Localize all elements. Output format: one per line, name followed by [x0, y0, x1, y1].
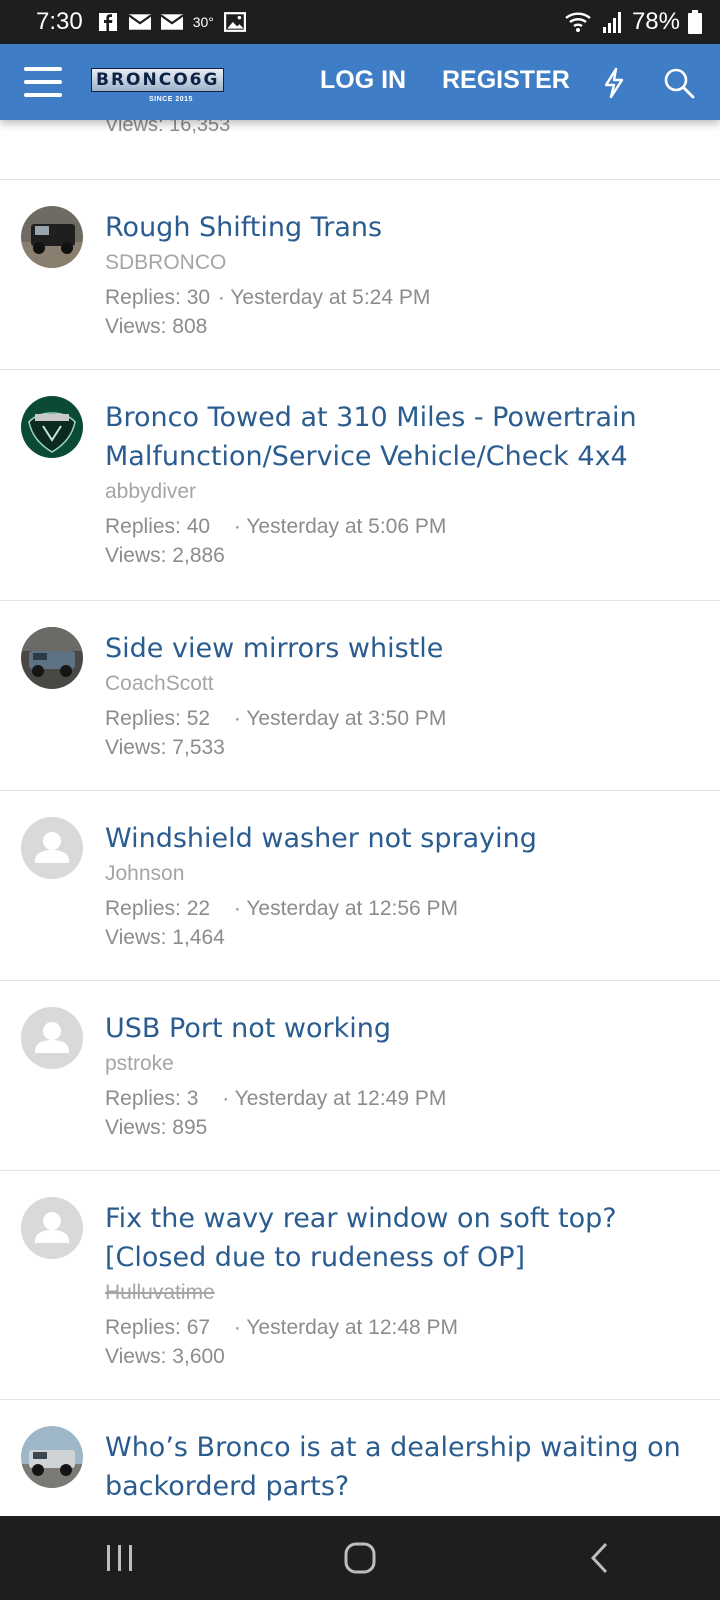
battery-icon — [688, 10, 702, 34]
thread-title[interactable]: USB Port not working — [105, 1009, 700, 1048]
thread-views: Views: 2,886 — [105, 544, 225, 567]
thread-row[interactable]: Rough Shifting Trans SDBRONCO Replies: 3… — [0, 180, 720, 370]
thread-author[interactable]: pstroke — [105, 1051, 700, 1077]
status-bar: 7:30 30° 78% — [0, 0, 720, 44]
thread-date[interactable]: · Yesterday at 5:06 PM — [234, 515, 446, 538]
thread-replies: Replies: 22 — [105, 897, 211, 920]
thread-date[interactable]: · Yesterday at 12:49 PM — [222, 1087, 446, 1110]
status-time: 7:30 — [36, 8, 83, 35]
mail-icon — [160, 14, 183, 30]
thread-meta: Replies: 22 · Yesterday at 12:56 PM — [105, 894, 700, 923]
thread-title[interactable]: Windshield washer not spraying — [105, 819, 700, 858]
temperature: 30° — [192, 14, 214, 30]
thread-meta: Replies: 40 · Yesterday at 5:06 PM — [105, 512, 700, 541]
thread-replies: Replies: 67 — [105, 1316, 211, 1339]
thread-title[interactable]: Rough Shifting Trans — [105, 208, 700, 247]
thread-date[interactable]: · Yesterday at 12:56 PM — [234, 897, 458, 920]
user-avatar[interactable] — [21, 206, 83, 268]
default-avatar-icon[interactable] — [21, 817, 83, 879]
thread-author[interactable]: abbydiver — [105, 479, 700, 505]
search-icon[interactable] — [662, 66, 696, 100]
notification-icons: 30° — [97, 12, 246, 32]
back-button[interactable] — [570, 1528, 630, 1588]
battery-percent: 78% — [631, 8, 680, 35]
recent-apps-icon — [107, 1545, 132, 1571]
login-link[interactable]: LOG IN — [320, 66, 406, 95]
thread-row[interactable]: USB Port not working pstroke Replies: 3 … — [0, 981, 720, 1171]
thread-views: Views: 3,600 — [105, 1345, 225, 1368]
thread-title[interactable]: Fix the wavy rear window on soft top? [C… — [105, 1199, 700, 1277]
thread-meta: Replies: 67 · Yesterday at 12:48 PM — [105, 1313, 700, 1342]
thread-date[interactable]: · Yesterday at 3:50 PM — [234, 707, 446, 730]
facebook-icon — [98, 13, 117, 31]
user-avatar[interactable] — [21, 396, 83, 458]
site-logo[interactable]: BRONCO6G SINCE 2015 — [91, 58, 256, 106]
thread-views: Views: 895 — [105, 1116, 208, 1139]
thread-date[interactable]: · Yesterday at 12:48 PM — [234, 1316, 458, 1339]
thread-title[interactable]: Bronco Towed at 310 Miles - Powertrain M… — [105, 398, 700, 476]
thread-replies: Replies: 3 — [105, 1087, 199, 1110]
menu-icon[interactable] — [13, 44, 73, 120]
thread-meta: Replies: 52 · Yesterday at 3:50 PM — [105, 704, 700, 733]
user-avatar[interactable] — [21, 627, 83, 689]
thread-row[interactable]: Windshield washer not spraying Johnson R… — [0, 791, 720, 981]
default-avatar-icon[interactable] — [21, 1197, 83, 1259]
thread-author[interactable]: Hulluvatime — [105, 1280, 700, 1306]
mail-icon — [128, 14, 151, 30]
thread-title[interactable]: Who’s Bronco is at a dealership waiting … — [105, 1428, 700, 1506]
thread-views: Views: 7,533 — [105, 736, 225, 759]
signal-icon — [602, 12, 621, 33]
thread-title[interactable]: Side view mirrors whistle — [105, 629, 700, 668]
logo-text: BRONCO6G — [91, 68, 225, 92]
logo-subtitle: SINCE 2015 — [149, 96, 193, 103]
user-avatar[interactable] — [21, 1426, 83, 1488]
thread-author[interactable]: SDBRONCO — [105, 250, 700, 276]
back-icon — [590, 1542, 608, 1574]
thread-row[interactable]: Bronco Towed at 310 Miles - Powertrain M… — [0, 370, 720, 601]
thread-row[interactable]: Fix the wavy rear window on soft top? [C… — [0, 1171, 720, 1400]
image-icon — [223, 12, 246, 32]
thread-replies: Replies: 52 — [105, 707, 211, 730]
thread-replies: Replies: 30 — [105, 286, 211, 309]
thread-meta: Replies: 3 · Yesterday at 12:49 PM — [105, 1084, 700, 1113]
system-nav-bar — [0, 1516, 720, 1600]
home-icon — [344, 1542, 376, 1574]
thread-row[interactable]: Side view mirrors whistle CoachScott Rep… — [0, 601, 720, 791]
thread-views: Views: 808 — [105, 315, 208, 338]
thread-author[interactable]: Johnson — [105, 861, 700, 887]
register-link[interactable]: REGISTER — [442, 66, 570, 95]
app-header: BRONCO6G SINCE 2015 LOG IN REGISTER — [0, 44, 720, 120]
status-right: 78% — [564, 8, 702, 36]
thread-list: Views: 16,353 Rough Shifting Trans SDBRO… — [0, 114, 720, 1550]
thread-row[interactable]: Views: 16,353 — [0, 114, 720, 180]
thread-views: Views: 1,464 — [105, 926, 225, 949]
thread-replies: Replies: 40 — [105, 515, 211, 538]
bolt-icon[interactable] — [597, 66, 631, 100]
home-button[interactable] — [330, 1528, 390, 1588]
thread-author[interactable]: CoachScott — [105, 671, 700, 697]
thread-date[interactable]: · Yesterday at 5:24 PM — [218, 286, 430, 309]
default-avatar-icon[interactable] — [21, 1007, 83, 1069]
recent-apps-button[interactable] — [90, 1528, 150, 1588]
wifi-icon — [565, 12, 591, 32]
thread-meta: Replies: 30 · Yesterday at 5:24 PM — [105, 283, 700, 312]
